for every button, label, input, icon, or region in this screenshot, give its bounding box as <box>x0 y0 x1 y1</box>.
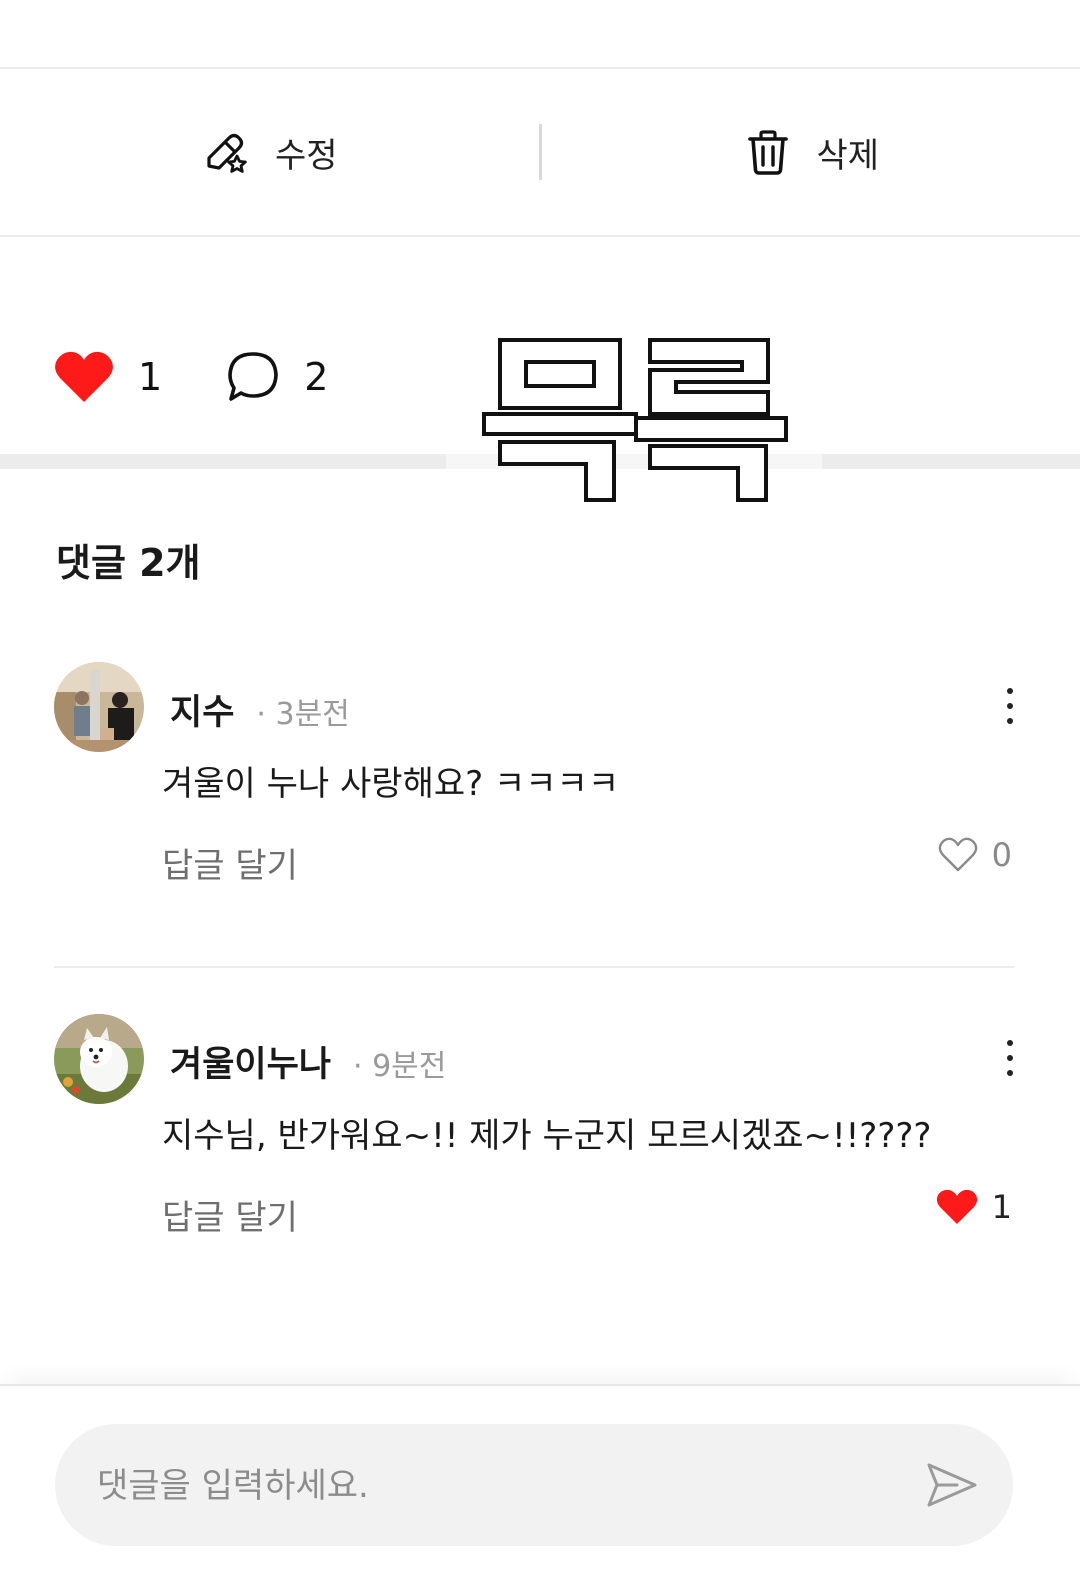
post-action-bar: 수정 삭제 <box>0 69 1080 237</box>
comment-time: · 9분전 <box>353 1041 446 1085</box>
reply-button[interactable]: 답글 달기 <box>162 838 298 887</box>
post-comment-count: 2 <box>304 355 328 399</box>
comment-author[interactable]: 겨울이누나 <box>170 1036 331 1087</box>
comment-like-button[interactable]: 1 <box>936 1188 1012 1226</box>
dot <box>1007 688 1013 694</box>
dot <box>1007 718 1013 724</box>
comment-text: 지수님, 반가워요~!! 제가 누군지 모르시겠죠~!!???? <box>162 1108 931 1157</box>
more-options-icon[interactable] <box>996 688 1024 724</box>
reply-button[interactable]: 답글 달기 <box>162 1190 298 1239</box>
edit-pencil-icon <box>201 126 253 178</box>
comment-time: · 3분전 <box>256 689 349 733</box>
comment-input-pill <box>55 1424 1013 1546</box>
comment-like-count: 0 <box>992 836 1012 874</box>
avatar-photo <box>54 1014 144 1104</box>
heart-outline-icon <box>938 837 978 873</box>
heart-filled-icon <box>54 351 114 403</box>
dot <box>1007 1040 1013 1046</box>
comment-text: 겨울이 누나 사랑해요? ㅋㅋㅋㅋ <box>162 756 619 805</box>
edit-button[interactable]: 수정 <box>0 69 539 235</box>
delete-label: 삭제 <box>816 128 879 177</box>
dot <box>1007 1055 1013 1061</box>
comment-count-heading: 댓글 2개 <box>56 532 201 587</box>
avatar[interactable] <box>54 1014 144 1104</box>
comment-input[interactable] <box>95 1424 919 1548</box>
post-like-count: 1 <box>138 355 162 399</box>
dot <box>1007 1070 1013 1076</box>
comment-like-count: 1 <box>992 1188 1012 1226</box>
trash-icon <box>742 126 794 178</box>
post-reactions: 1 2 <box>54 345 392 409</box>
comment-input-bar <box>0 1384 1080 1588</box>
comment-author[interactable]: 지수 <box>170 684 234 735</box>
post-comment-button[interactable]: 2 <box>226 350 328 404</box>
mokrok-stamp <box>478 330 794 508</box>
avatar[interactable] <box>54 662 144 752</box>
top-strip <box>0 0 1080 69</box>
edit-label: 수정 <box>275 128 338 177</box>
post-like-button[interactable]: 1 <box>54 351 162 403</box>
comment-separator <box>54 966 1014 968</box>
comment-header: 겨울이누나 · 9분전 <box>170 1036 446 1087</box>
comment-header: 지수 · 3분전 <box>170 684 350 735</box>
delete-button[interactable]: 삭제 <box>542 69 1080 235</box>
more-options-icon[interactable] <box>996 1040 1024 1076</box>
speech-bubble-icon <box>226 350 280 404</box>
dot <box>1007 703 1013 709</box>
comment-like-button[interactable]: 0 <box>938 836 1012 874</box>
send-icon[interactable] <box>923 1457 979 1513</box>
avatar-photo <box>54 662 144 752</box>
heart-filled-icon <box>936 1189 978 1225</box>
